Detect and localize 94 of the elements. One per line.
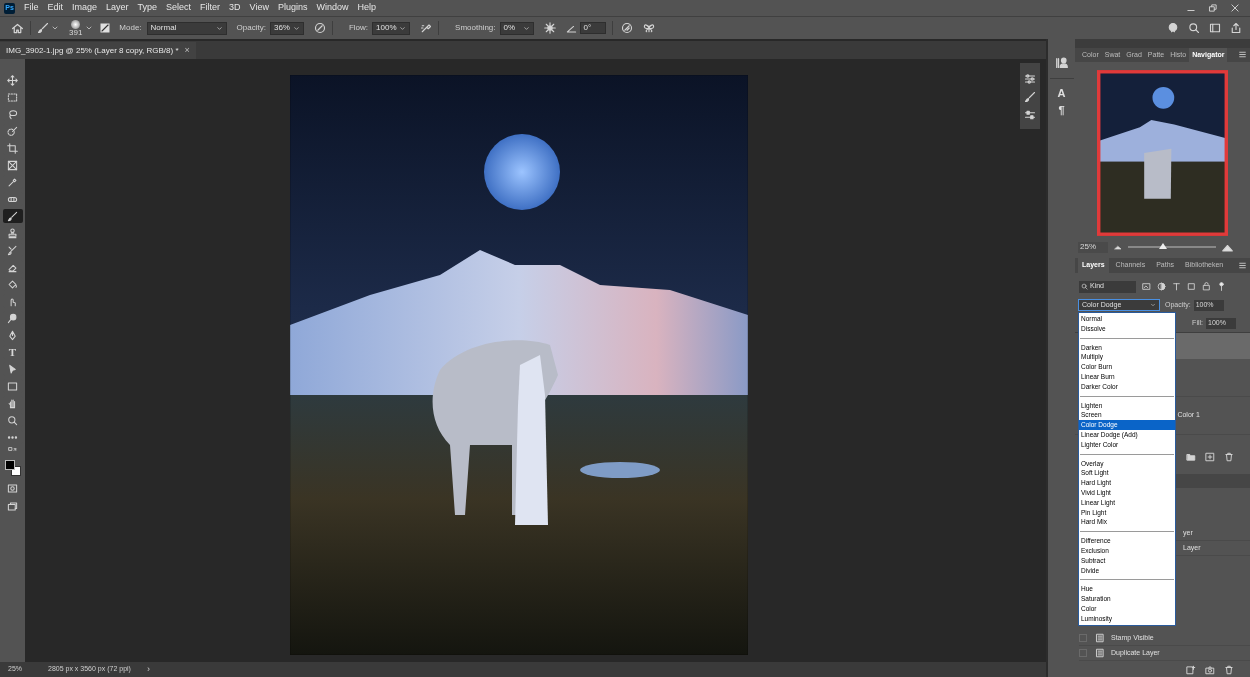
menu-item[interactable]: Help	[357, 1, 377, 15]
slider-thumb[interactable]	[1159, 243, 1168, 249]
workspace-icon[interactable]	[1209, 22, 1221, 34]
character-panel-button[interactable]: A	[1057, 85, 1066, 102]
marquee-icon	[7, 91, 18, 103]
quick-mask-icon[interactable]	[7, 483, 18, 494]
menu-item[interactable]: Layer	[106, 1, 129, 15]
smoothing-label: Smoothing:	[455, 22, 496, 34]
paragraph-panel-button[interactable]: ¶	[1058, 102, 1065, 119]
zoom-out-icon[interactable]	[1114, 243, 1122, 251]
bucket-icon	[7, 278, 18, 290]
menu-item[interactable]: Edit	[47, 1, 64, 15]
menu-item[interactable]: Select	[166, 1, 192, 15]
adjustments-icon[interactable]	[1024, 73, 1036, 85]
filter-toggle-icon[interactable]	[1217, 282, 1226, 291]
menu-item[interactable]: 3D	[229, 1, 241, 15]
adjustment-filter-icon[interactable]	[1157, 282, 1166, 291]
document-tab[interactable]: IMG_3902-1.jpg @ 25% (Layer 8 copy, RGB/8) *	[6, 44, 179, 57]
restore-icon[interactable]	[1208, 3, 1218, 13]
trash-icon[interactable]	[1224, 665, 1234, 675]
caret-icon	[1150, 302, 1156, 308]
menu-item[interactable]: View	[249, 1, 269, 15]
pressure-size-icon[interactable]	[620, 22, 633, 34]
pen-icon	[7, 329, 18, 341]
search-icon[interactable]	[1188, 22, 1200, 34]
smart-object-filter-icon[interactable]	[1202, 282, 1211, 291]
screen-mode-icon[interactable]	[7, 501, 18, 512]
close-icon[interactable]	[1230, 3, 1240, 13]
stamp-icon	[7, 227, 18, 239]
caret-icon	[399, 24, 407, 32]
smoothing-field[interactable]: 0%	[499, 21, 534, 35]
shape-filter-icon[interactable]	[1187, 282, 1196, 291]
caret-icon	[215, 24, 223, 32]
foreground-color-swatch[interactable]	[4, 460, 15, 470]
brush-preview[interactable]	[71, 19, 81, 29]
caret-icon[interactable]	[85, 24, 94, 32]
sliders-icon[interactable]	[1024, 109, 1036, 121]
rectangle-icon	[7, 380, 18, 392]
tool-button[interactable]	[2, 209, 23, 223]
properties-icon[interactable]	[1054, 56, 1069, 70]
menu-item[interactable]: File	[24, 1, 39, 15]
folder-icon[interactable]	[1186, 452, 1196, 462]
zoom-icon	[7, 414, 18, 426]
mode-label: Mode:	[119, 22, 142, 34]
move-icon	[7, 74, 18, 86]
brush-icon[interactable]	[37, 22, 49, 34]
menu-item[interactable]: Filter	[200, 1, 221, 15]
menu-item[interactable]: Window	[316, 1, 349, 15]
menu-item[interactable]: Image	[72, 1, 98, 15]
hand-icon	[7, 397, 18, 409]
caret-icon	[522, 24, 530, 32]
trash-icon[interactable]	[1224, 452, 1234, 462]
opacity-field[interactable]: 36%	[269, 21, 304, 35]
history-state-icon	[1095, 648, 1105, 658]
type-filter-icon[interactable]	[1172, 282, 1181, 291]
tab-close-button[interactable]: ×	[184, 43, 190, 58]
angle-field[interactable]: 0°	[579, 22, 606, 34]
flow-field[interactable]: 100%	[372, 21, 411, 35]
history-brush-icon	[7, 244, 18, 256]
butterfly-icon[interactable]	[642, 22, 655, 34]
brush-icon[interactable]	[1024, 91, 1036, 103]
crop-icon	[7, 142, 18, 154]
search-icon	[1081, 283, 1088, 290]
pixel-filter-icon[interactable]	[1142, 282, 1151, 291]
lasso-icon	[7, 108, 18, 120]
new-layer-icon[interactable]	[1205, 452, 1215, 462]
pressure-opacity-icon[interactable]	[313, 22, 326, 34]
gear-icon[interactable]	[543, 22, 556, 34]
path-select-icon	[7, 363, 18, 375]
status-menu-arrow[interactable]: ›	[146, 662, 150, 677]
camera-icon[interactable]	[1205, 665, 1215, 675]
history-state-icon	[1095, 633, 1105, 643]
home-icon[interactable]	[11, 21, 24, 35]
navigator-zoom-field[interactable]: 25%	[1078, 241, 1108, 253]
frame-icon	[7, 159, 18, 171]
opacity-label: Opacity:	[236, 22, 266, 34]
panel-menu-icon[interactable]	[1238, 261, 1247, 270]
menu-item[interactable]: Plugins	[277, 1, 308, 15]
brush-size: 391	[69, 28, 83, 37]
quick-select-icon	[7, 125, 18, 137]
menu-item[interactable]: Type	[137, 1, 158, 15]
mode-dropdown[interactable]: Normal	[146, 21, 227, 35]
brush-icon	[7, 210, 18, 222]
flow-label: Flow:	[348, 22, 369, 34]
brush-settings-icon[interactable]	[99, 22, 112, 34]
airbrush-icon[interactable]	[420, 22, 433, 34]
dodge-icon	[7, 312, 18, 324]
caret-icon	[292, 24, 300, 32]
panel-menu-icon[interactable]	[1238, 50, 1247, 59]
share-icon[interactable]	[1230, 22, 1242, 34]
caret-icon[interactable]	[51, 24, 59, 32]
new-document-icon[interactable]	[1186, 665, 1196, 675]
navigator-thumbnail[interactable]	[1097, 69, 1228, 237]
eyedropper-icon	[7, 176, 18, 188]
